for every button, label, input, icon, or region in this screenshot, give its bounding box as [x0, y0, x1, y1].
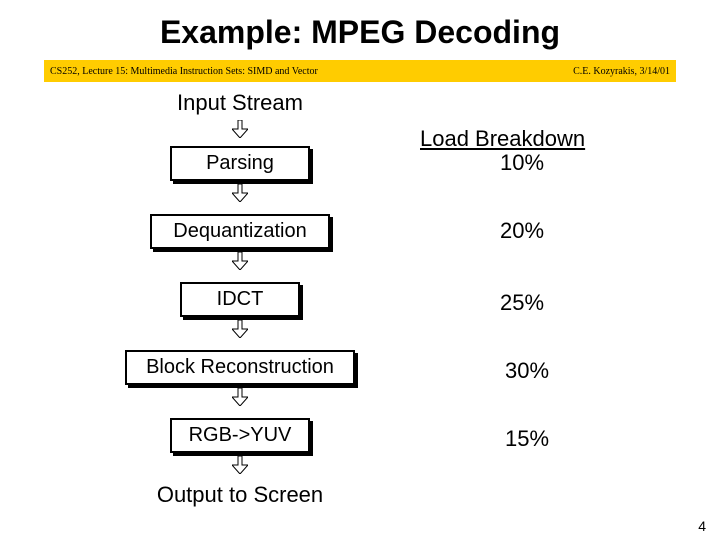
- page-number: 4: [698, 518, 706, 534]
- bar-right-text: C.E. Kozyrakis, 3/14/01: [573, 66, 670, 77]
- stage-idct: IDCT: [180, 282, 300, 317]
- output-label: Output to Screen: [130, 482, 350, 508]
- pct-idct: 25%: [500, 290, 544, 316]
- pct-dequant: 20%: [500, 218, 544, 244]
- input-stream-label: Input Stream: [130, 90, 350, 116]
- load-breakdown-heading: Load Breakdown: [420, 126, 585, 152]
- slide: Example: MPEG Decoding CS252, Lecture 15…: [0, 0, 720, 540]
- arrow-icon: [232, 184, 248, 202]
- pct-block: 30%: [505, 358, 549, 384]
- slide-title: Example: MPEG Decoding: [0, 14, 720, 51]
- arrow-icon: [232, 252, 248, 270]
- arrow-icon: [232, 388, 248, 406]
- bar-left-text: CS252, Lecture 15: Multimedia Instructio…: [50, 66, 318, 77]
- arrow-icon: [232, 320, 248, 338]
- stage-rgbyuv: RGB->YUV: [170, 418, 310, 453]
- pct-rgbyuv: 15%: [505, 426, 549, 452]
- pct-parsing: 10%: [500, 150, 544, 176]
- stage-dequant: Dequantization: [150, 214, 330, 249]
- stage-block: Block Reconstruction: [125, 350, 355, 385]
- stage-parsing: Parsing: [170, 146, 310, 181]
- header-bar: CS252, Lecture 15: Multimedia Instructio…: [44, 60, 676, 82]
- arrow-icon: [232, 456, 248, 474]
- arrow-icon: [232, 120, 248, 138]
